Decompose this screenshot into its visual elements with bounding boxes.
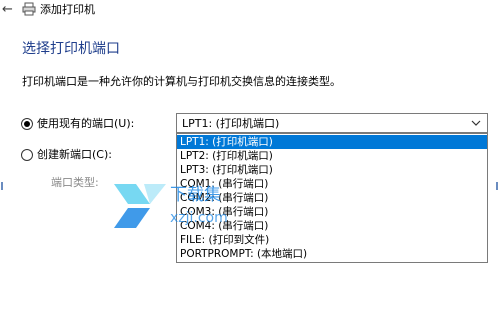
port-option-lpt2[interactable]: LPT2: (打印机端口)	[177, 149, 487, 163]
port-option-com1[interactable]: COM1: (串行端口)	[177, 177, 487, 191]
use-existing-port-radio[interactable]	[21, 118, 33, 130]
title-bar: ← 添加打印机	[0, 0, 501, 20]
printer-icon	[22, 2, 36, 16]
resize-handle-left	[1, 182, 3, 190]
port-option-com4[interactable]: COM4: (串行端口)	[177, 219, 487, 233]
use-existing-port-label[interactable]: 使用现有的端口(U):	[37, 117, 134, 131]
chevron-down-icon[interactable]	[471, 118, 481, 128]
create-new-port-radio[interactable]	[21, 149, 33, 161]
port-option-file[interactable]: FILE: (打印到文件)	[177, 233, 487, 247]
page-heading: 选择打印机端口	[22, 41, 120, 57]
port-type-label: 端口类型:	[51, 176, 99, 189]
port-option-lpt1[interactable]: LPT1: (打印机端口)	[177, 135, 487, 149]
port-dropdown-list: LPT1: (打印机端口) LPT2: (打印机端口) LPT3: (打印机端口…	[176, 133, 488, 263]
window-title: 添加打印机	[40, 3, 95, 16]
port-option-com2[interactable]: COM2: (串行端口)	[177, 191, 487, 205]
create-new-port-label[interactable]: 创建新端口(C):	[37, 148, 112, 162]
port-option-portprompt[interactable]: PORTPROMPT: (本地端口)	[177, 247, 487, 261]
resize-handle-right	[496, 182, 498, 190]
port-option-lpt3[interactable]: LPT3: (打印机端口)	[177, 163, 487, 177]
existing-port-select-value: LPT1: (打印机端口)	[182, 117, 280, 130]
back-arrow-icon[interactable]: ←	[2, 2, 13, 18]
page-description: 打印机端口是一种允许你的计算机与打印机交换信息的连接类型。	[22, 75, 341, 88]
port-option-com3[interactable]: COM3: (串行端口)	[177, 205, 487, 219]
existing-port-select[interactable]: LPT1: (打印机端口)	[176, 113, 488, 133]
